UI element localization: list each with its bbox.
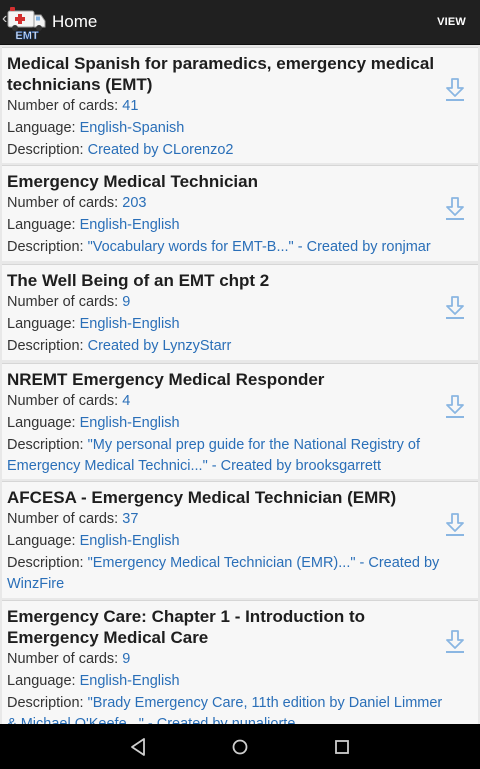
description-label: Description:	[7, 695, 88, 711]
card-count-label: Number of cards:	[7, 651, 123, 667]
download-icon[interactable]	[444, 512, 466, 538]
nav-home-icon[interactable]	[229, 736, 251, 758]
deck-item[interactable]: Emergency Medical Technician Number of c…	[2, 165, 478, 261]
deck-item[interactable]: The Well Being of an EMT chpt 2 Number o…	[2, 264, 478, 360]
language-label: Language:	[7, 316, 80, 332]
card-count-label: Number of cards:	[7, 511, 123, 527]
deck-card-count: Number of cards: 9	[2, 292, 478, 313]
card-count-value: 9	[122, 651, 131, 667]
language-value: English-English	[79, 533, 180, 549]
deck-item[interactable]: Medical Spanish for paramedics, emergenc…	[2, 47, 478, 163]
card-count-label: Number of cards:	[7, 98, 123, 114]
deck-card-count: Number of cards: 37	[2, 509, 478, 530]
card-count-value: 203	[122, 195, 147, 211]
deck-card-count: Number of cards: 9	[2, 649, 478, 670]
deck-item[interactable]: AFCESA - Emergency Medical Technician (E…	[2, 481, 478, 598]
deck-item[interactable]: Emergency Care: Chapter 1 - Introduction…	[2, 600, 478, 724]
logo-text: EMT	[15, 30, 39, 41]
card-count-value: 9	[122, 294, 131, 310]
deck-title: NREMT Emergency Medical Responder	[7, 370, 325, 389]
description-label: Description:	[7, 338, 88, 354]
deck-language: Language: English-English	[2, 531, 478, 552]
description-label: Description:	[7, 555, 88, 571]
language-value: English-English	[79, 217, 180, 233]
card-count-label: Number of cards:	[7, 195, 123, 211]
download-icon[interactable]	[444, 77, 466, 103]
download-icon[interactable]	[444, 629, 466, 655]
language-value: English-English	[79, 316, 180, 332]
deck-title: The Well Being of an EMT chpt 2	[7, 271, 270, 290]
language-label: Language:	[7, 673, 80, 689]
deck-description: Description: "Brady Emergency Care, 11th…	[2, 693, 478, 724]
description-label: Description:	[7, 437, 88, 453]
deck-card-count: Number of cards: 203	[2, 193, 478, 214]
deck-title: Emergency Care: Chapter 1 - Introduction…	[7, 607, 365, 647]
description-value: Created by LynzyStarr	[87, 338, 232, 354]
card-count-label: Number of cards:	[7, 393, 123, 409]
card-count-value: 4	[122, 393, 131, 409]
deck-title: Medical Spanish for paramedics, emergenc…	[7, 54, 435, 94]
description-label: Description:	[7, 142, 88, 158]
page-title: Home	[52, 12, 98, 31]
deck-description: Description: "Vocabulary words for EMT-B…	[2, 237, 478, 258]
deck-description: Description: Created by CLorenzo2	[2, 140, 478, 161]
deck-description: Description: "Emergency Medical Technici…	[2, 553, 478, 595]
language-label: Language:	[7, 415, 80, 431]
view-button[interactable]: VIEW	[437, 15, 466, 29]
nav-back-icon[interactable]	[128, 736, 150, 758]
deck-language: Language: English-English	[2, 314, 478, 335]
download-icon[interactable]	[444, 295, 466, 321]
card-count-label: Number of cards:	[7, 294, 123, 310]
language-value: English-English	[79, 673, 180, 689]
description-value: Created by CLorenzo2	[87, 142, 234, 158]
system-nav-bar	[0, 724, 480, 769]
card-count-value: 41	[122, 98, 139, 114]
deck-language: Language: English-Spanish	[2, 118, 478, 139]
description-value: "Vocabulary words for EMT-B..." - Create…	[87, 239, 431, 255]
app-bar: ‹ EMT Home VIEW	[0, 0, 480, 45]
deck-description: Description: Created by LynzyStarr	[2, 336, 478, 357]
deck-language: Language: English-English	[2, 215, 478, 236]
description-label: Description:	[7, 239, 88, 255]
language-label: Language:	[7, 533, 80, 549]
deck-list: Medical Spanish for paramedics, emergenc…	[0, 45, 480, 724]
deck-language: Language: English-English	[2, 413, 478, 434]
deck-title: AFCESA - Emergency Medical Technician (E…	[7, 488, 397, 507]
download-icon[interactable]	[444, 394, 466, 420]
language-value: English-English	[79, 415, 180, 431]
deck-card-count: Number of cards: 41	[2, 96, 478, 117]
ambulance-logo-icon[interactable]: EMT	[7, 3, 47, 41]
card-count-value: 37	[122, 511, 139, 527]
deck-card-count: Number of cards: 4	[2, 391, 478, 412]
deck-language: Language: English-English	[2, 671, 478, 692]
nav-recent-apps-icon[interactable]	[331, 736, 353, 758]
language-value: English-Spanish	[79, 120, 185, 136]
deck-title: Emergency Medical Technician	[7, 172, 258, 191]
deck-item[interactable]: NREMT Emergency Medical Responder Number…	[2, 363, 478, 479]
language-label: Language:	[7, 120, 80, 136]
download-icon[interactable]	[444, 196, 466, 222]
language-label: Language:	[7, 217, 80, 233]
deck-description: Description: "My personal prep guide for…	[2, 435, 478, 477]
